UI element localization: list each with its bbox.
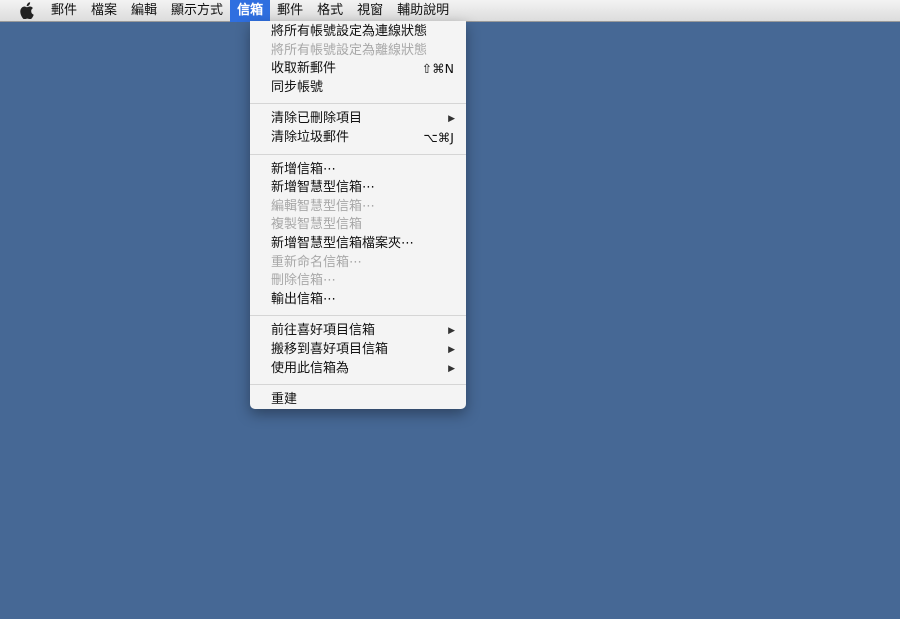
menu-item-get-new-mail[interactable]: 收取新郵件 ⇧⌘N [250, 60, 466, 79]
menu-bar: 郵件 檔案 編輯 顯示方式 信箱 郵件 格式 視窗 輔助說明 [0, 0, 900, 22]
menu-item-label: 搬移到喜好項目信箱 [271, 341, 389, 357]
apple-menu[interactable] [16, 0, 36, 22]
menu-item-label: 清除已刪除項目 [271, 111, 363, 127]
menu-item-shortcut: ⌥⌘J [423, 129, 454, 145]
mailbox-menu-dropdown: 將所有帳號設定為連線狀態 將所有帳號設定為離線狀態 收取新郵件 ⇧⌘N 同步帳號… [250, 21, 466, 409]
menu-item-new-smart-mailbox-folder[interactable]: 新增智慧型信箱檔案夾⋯ [250, 235, 466, 254]
menu-item-label: 重新命名信箱⋯ [271, 254, 363, 270]
menu-item-label: 編輯智慧型信箱⋯ [271, 198, 376, 214]
menu-item-duplicate-smart-mailbox: 複製智慧型信箱 [250, 216, 466, 235]
menu-item-label: 將所有帳號設定為離線狀態 [271, 42, 428, 58]
submenu-arrow-icon: ▶ [448, 363, 455, 374]
apple-logo-icon [19, 2, 34, 19]
menu-separator [250, 384, 466, 386]
menu-item-erase-junk-mail[interactable]: 清除垃圾郵件 ⌥⌘J [250, 129, 466, 148]
menu-item-export-mailbox[interactable]: 輸出信箱⋯ [250, 291, 466, 310]
menubar-file[interactable]: 檔案 [84, 0, 124, 22]
menubar-mail[interactable]: 郵件 [44, 0, 84, 22]
submenu-arrow-icon: ▶ [448, 114, 455, 125]
menu-item-label: 將所有帳號設定為連線狀態 [271, 24, 428, 39]
menu-item-label: 收取新郵件 [271, 61, 337, 77]
menu-separator [250, 153, 466, 155]
menu-separator [250, 315, 466, 317]
menu-separator [250, 103, 466, 105]
menubar-view[interactable]: 顯示方式 [164, 0, 230, 22]
menu-item-delete-mailbox: 刪除信箱⋯ [250, 272, 466, 291]
submenu-arrow-icon: ▶ [448, 344, 455, 355]
menu-item-label: 新增智慧型信箱檔案夾⋯ [271, 235, 415, 251]
menu-item-label: 新增信箱⋯ [271, 161, 337, 177]
menu-item-move-to-favorite-mailbox[interactable]: 搬移到喜好項目信箱 ▶ [250, 341, 466, 360]
menubar-mailbox[interactable]: 信箱 [230, 0, 271, 22]
menu-item-all-accounts-online[interactable]: 將所有帳號設定為連線狀態 [250, 23, 466, 42]
menu-item-rename-mailbox: 重新命名信箱⋯ [250, 254, 466, 273]
menu-item-use-this-mailbox-for[interactable]: 使用此信箱為 ▶ [250, 360, 466, 379]
menu-item-label: 新增智慧型信箱⋯ [271, 180, 376, 196]
menu-item-label: 重建 [271, 392, 298, 408]
menubar-help[interactable]: 輔助說明 [390, 0, 456, 22]
menu-item-new-smart-mailbox[interactable]: 新增智慧型信箱⋯ [250, 179, 466, 198]
submenu-arrow-icon: ▶ [448, 326, 455, 337]
menu-item-label: 複製智慧型信箱 [271, 217, 363, 233]
menu-item-rebuild[interactable]: 重建 [250, 391, 466, 409]
menu-item-label: 同步帳號 [271, 79, 324, 95]
menu-item-label: 刪除信箱⋯ [271, 273, 337, 289]
menu-item-synchronize-accounts[interactable]: 同步帳號 [250, 79, 466, 98]
menubar-format[interactable]: 格式 [310, 0, 350, 22]
menu-item-new-mailbox[interactable]: 新增信箱⋯ [250, 161, 466, 180]
menubar-message[interactable]: 郵件 [270, 0, 310, 22]
menu-item-label: 輸出信箱⋯ [271, 291, 337, 307]
menu-item-label: 使用此信箱為 [271, 360, 350, 376]
menu-item-label: 清除垃圾郵件 [271, 129, 350, 145]
menu-item-label: 前往喜好項目信箱 [271, 323, 376, 339]
menu-item-shortcut: ⇧⌘N [421, 61, 454, 77]
menubar-window[interactable]: 視窗 [350, 0, 390, 22]
menu-item-erase-deleted-items[interactable]: 清除已刪除項目 ▶ [250, 110, 466, 129]
menubar-edit[interactable]: 編輯 [124, 0, 164, 22]
menu-item-edit-smart-mailbox: 編輯智慧型信箱⋯ [250, 198, 466, 217]
menu-item-go-to-favorite-mailbox[interactable]: 前往喜好項目信箱 ▶ [250, 322, 466, 341]
menu-item-all-accounts-offline: 將所有帳號設定為離線狀態 [250, 42, 466, 61]
